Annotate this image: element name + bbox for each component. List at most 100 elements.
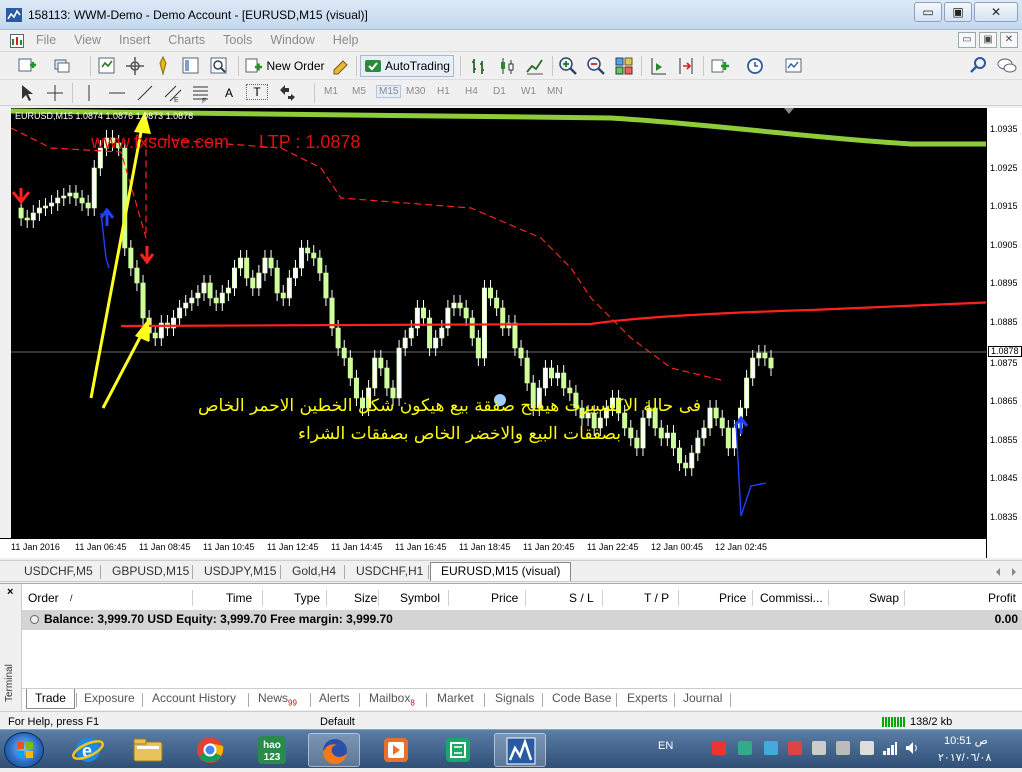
- tab-market[interactable]: Market: [437, 691, 474, 705]
- terminal-icon[interactable]: [180, 55, 202, 77]
- tab-trade[interactable]: Trade: [26, 689, 75, 709]
- child-restore-button[interactable]: ▣: [979, 32, 997, 48]
- tray-app-icon[interactable]: [812, 741, 826, 755]
- timeframe-m30[interactable]: M30: [406, 86, 425, 97]
- trendline-icon[interactable]: [134, 82, 156, 104]
- timeframe-w1[interactable]: W1: [521, 86, 536, 97]
- terminal-close-button[interactable]: ×: [7, 586, 13, 598]
- indicators-icon[interactable]: [709, 55, 731, 77]
- volume-icon[interactable]: [904, 740, 920, 756]
- tab-scroll-arrows-icon[interactable]: [994, 566, 1018, 578]
- tile-windows-icon[interactable]: [613, 55, 635, 77]
- tray-app-icon[interactable]: [860, 741, 874, 755]
- column-header[interactable]: T / P: [644, 591, 669, 605]
- clock-date[interactable]: ٢٠١٧/٠٦/٠٨: [938, 751, 991, 764]
- new-order-button[interactable]: New Order: [244, 55, 326, 77]
- timeframe-d1[interactable]: D1: [493, 86, 506, 97]
- minimize-button[interactable]: ▭: [914, 2, 942, 22]
- zoom-out-icon[interactable]: [585, 55, 607, 77]
- balance-row[interactable]: Balance: 3,999.70 USD Equity: 3,999.70 F…: [22, 610, 1022, 630]
- clock-time[interactable]: 10:51 ص: [944, 734, 988, 747]
- taskbar-screen-capture[interactable]: [432, 733, 484, 767]
- close-button[interactable]: ✕: [974, 2, 1018, 22]
- tab-journal[interactable]: Journal: [683, 691, 722, 705]
- periods-clock-icon[interactable]: [745, 55, 767, 77]
- child-minimize-button[interactable]: ▭: [958, 32, 976, 48]
- taskbar-metatrader[interactable]: [494, 733, 546, 767]
- tab-news[interactable]: News99: [258, 691, 297, 707]
- crosshair-icon[interactable]: [44, 82, 66, 104]
- chart-tab-usdchf-m5[interactable]: USDCHF,M5: [24, 564, 93, 578]
- chart-tab-eurusd-m15-visual[interactable]: EURUSD,M15 (visual): [430, 562, 572, 581]
- autoscroll-icon[interactable]: [647, 55, 669, 77]
- timeframe-mn[interactable]: MN: [547, 86, 563, 97]
- menu-tools[interactable]: Tools: [223, 33, 261, 47]
- tray-app-icon[interactable]: [738, 741, 752, 755]
- column-header[interactable]: Commissi...: [760, 591, 823, 605]
- timeframe-m15[interactable]: M15: [376, 85, 402, 98]
- start-button[interactable]: [4, 732, 44, 768]
- column-header[interactable]: Price: [719, 591, 746, 605]
- menu-window[interactable]: Window: [270, 33, 323, 47]
- horizontal-line-icon[interactable]: [106, 82, 128, 104]
- metatrader-app-icon[interactable]: [6, 8, 22, 22]
- taskbar-chrome[interactable]: [184, 733, 236, 767]
- line-chart-icon[interactable]: [524, 55, 546, 77]
- column-header[interactable]: Price: [491, 591, 518, 605]
- profiles-icon[interactable]: [52, 55, 74, 77]
- arrows-icon[interactable]: [276, 82, 298, 104]
- tab-experts[interactable]: Experts: [627, 691, 668, 705]
- taskbar-firefox[interactable]: [308, 733, 360, 767]
- data-window-icon[interactable]: [124, 55, 146, 77]
- tray-app-icon[interactable]: [788, 741, 802, 755]
- price-chart[interactable]: EURUSD,M15 1.0874 1.0876 1.0873 1.0878 w…: [10, 108, 999, 538]
- column-header[interactable]: Symbol: [400, 591, 440, 605]
- timeframe-m5[interactable]: M5: [352, 86, 366, 97]
- vertical-line-icon[interactable]: [78, 82, 100, 104]
- chart-tab-usdchf-h1[interactable]: USDCHF,H1: [356, 564, 423, 578]
- strategy-tester-icon[interactable]: [208, 55, 230, 77]
- market-watch-icon[interactable]: [96, 55, 118, 77]
- menu-charts[interactable]: Charts: [168, 33, 214, 47]
- bar-chart-icon[interactable]: [468, 55, 490, 77]
- new-chart-icon[interactable]: [16, 55, 38, 77]
- templates-icon[interactable]: [783, 55, 805, 77]
- timeframe-m1[interactable]: M1: [324, 86, 338, 97]
- timeframe-h1[interactable]: H1: [437, 86, 450, 97]
- tab-alerts[interactable]: Alerts: [319, 691, 350, 705]
- chart-shift-icon[interactable]: [675, 55, 697, 77]
- tray-app-icon[interactable]: [836, 741, 850, 755]
- tab-exposure[interactable]: Exposure: [84, 691, 135, 705]
- taskbar-hao123[interactable]: hao 123: [246, 733, 298, 767]
- column-header[interactable]: Swap: [869, 591, 899, 605]
- tab-account-history[interactable]: Account History: [152, 691, 236, 705]
- tab-mailbox[interactable]: Mailbox8: [369, 691, 415, 707]
- maximize-button[interactable]: ▣: [944, 2, 972, 22]
- child-close-button[interactable]: ✕: [1000, 32, 1018, 48]
- column-header[interactable]: Order: [28, 591, 59, 605]
- column-header[interactable]: S / L: [569, 591, 594, 605]
- price-axis[interactable]: 1.0935 1.0925 1.0915 1.0905 1.0895 1.088…: [986, 108, 1022, 558]
- column-header[interactable]: Time: [226, 591, 252, 605]
- equidistant-channel-icon[interactable]: E: [162, 82, 184, 104]
- autotrading-button[interactable]: AutoTrading: [360, 55, 454, 77]
- tray-app-icon[interactable]: [764, 741, 778, 755]
- menu-help[interactable]: Help: [333, 33, 368, 47]
- menu-file[interactable]: File: [36, 33, 65, 47]
- taskbar-file-explorer[interactable]: [122, 733, 174, 767]
- tab-code-base[interactable]: Code Base: [552, 691, 611, 705]
- column-header[interactable]: Type: [294, 591, 320, 605]
- tab-signals[interactable]: Signals: [495, 691, 534, 705]
- chart-tab-gbpusd-m15[interactable]: GBPUSD,M15: [112, 564, 189, 578]
- language-indicator[interactable]: EN: [658, 740, 673, 752]
- time-axis[interactable]: 11 Jan 2016 11 Jan 06:45 11 Jan 08:45 11…: [0, 538, 986, 558]
- menu-insert[interactable]: Insert: [119, 33, 159, 47]
- menu-view[interactable]: View: [74, 33, 110, 47]
- text-label-button[interactable]: T: [246, 84, 268, 100]
- chat-icon[interactable]: [996, 55, 1018, 77]
- candlestick-icon[interactable]: [496, 55, 518, 77]
- cursor-icon[interactable]: [16, 82, 38, 104]
- text-tool-button[interactable]: A: [218, 82, 240, 104]
- chart-tab-gold-h4[interactable]: Gold,H4: [292, 564, 336, 578]
- zoom-in-icon[interactable]: [557, 55, 579, 77]
